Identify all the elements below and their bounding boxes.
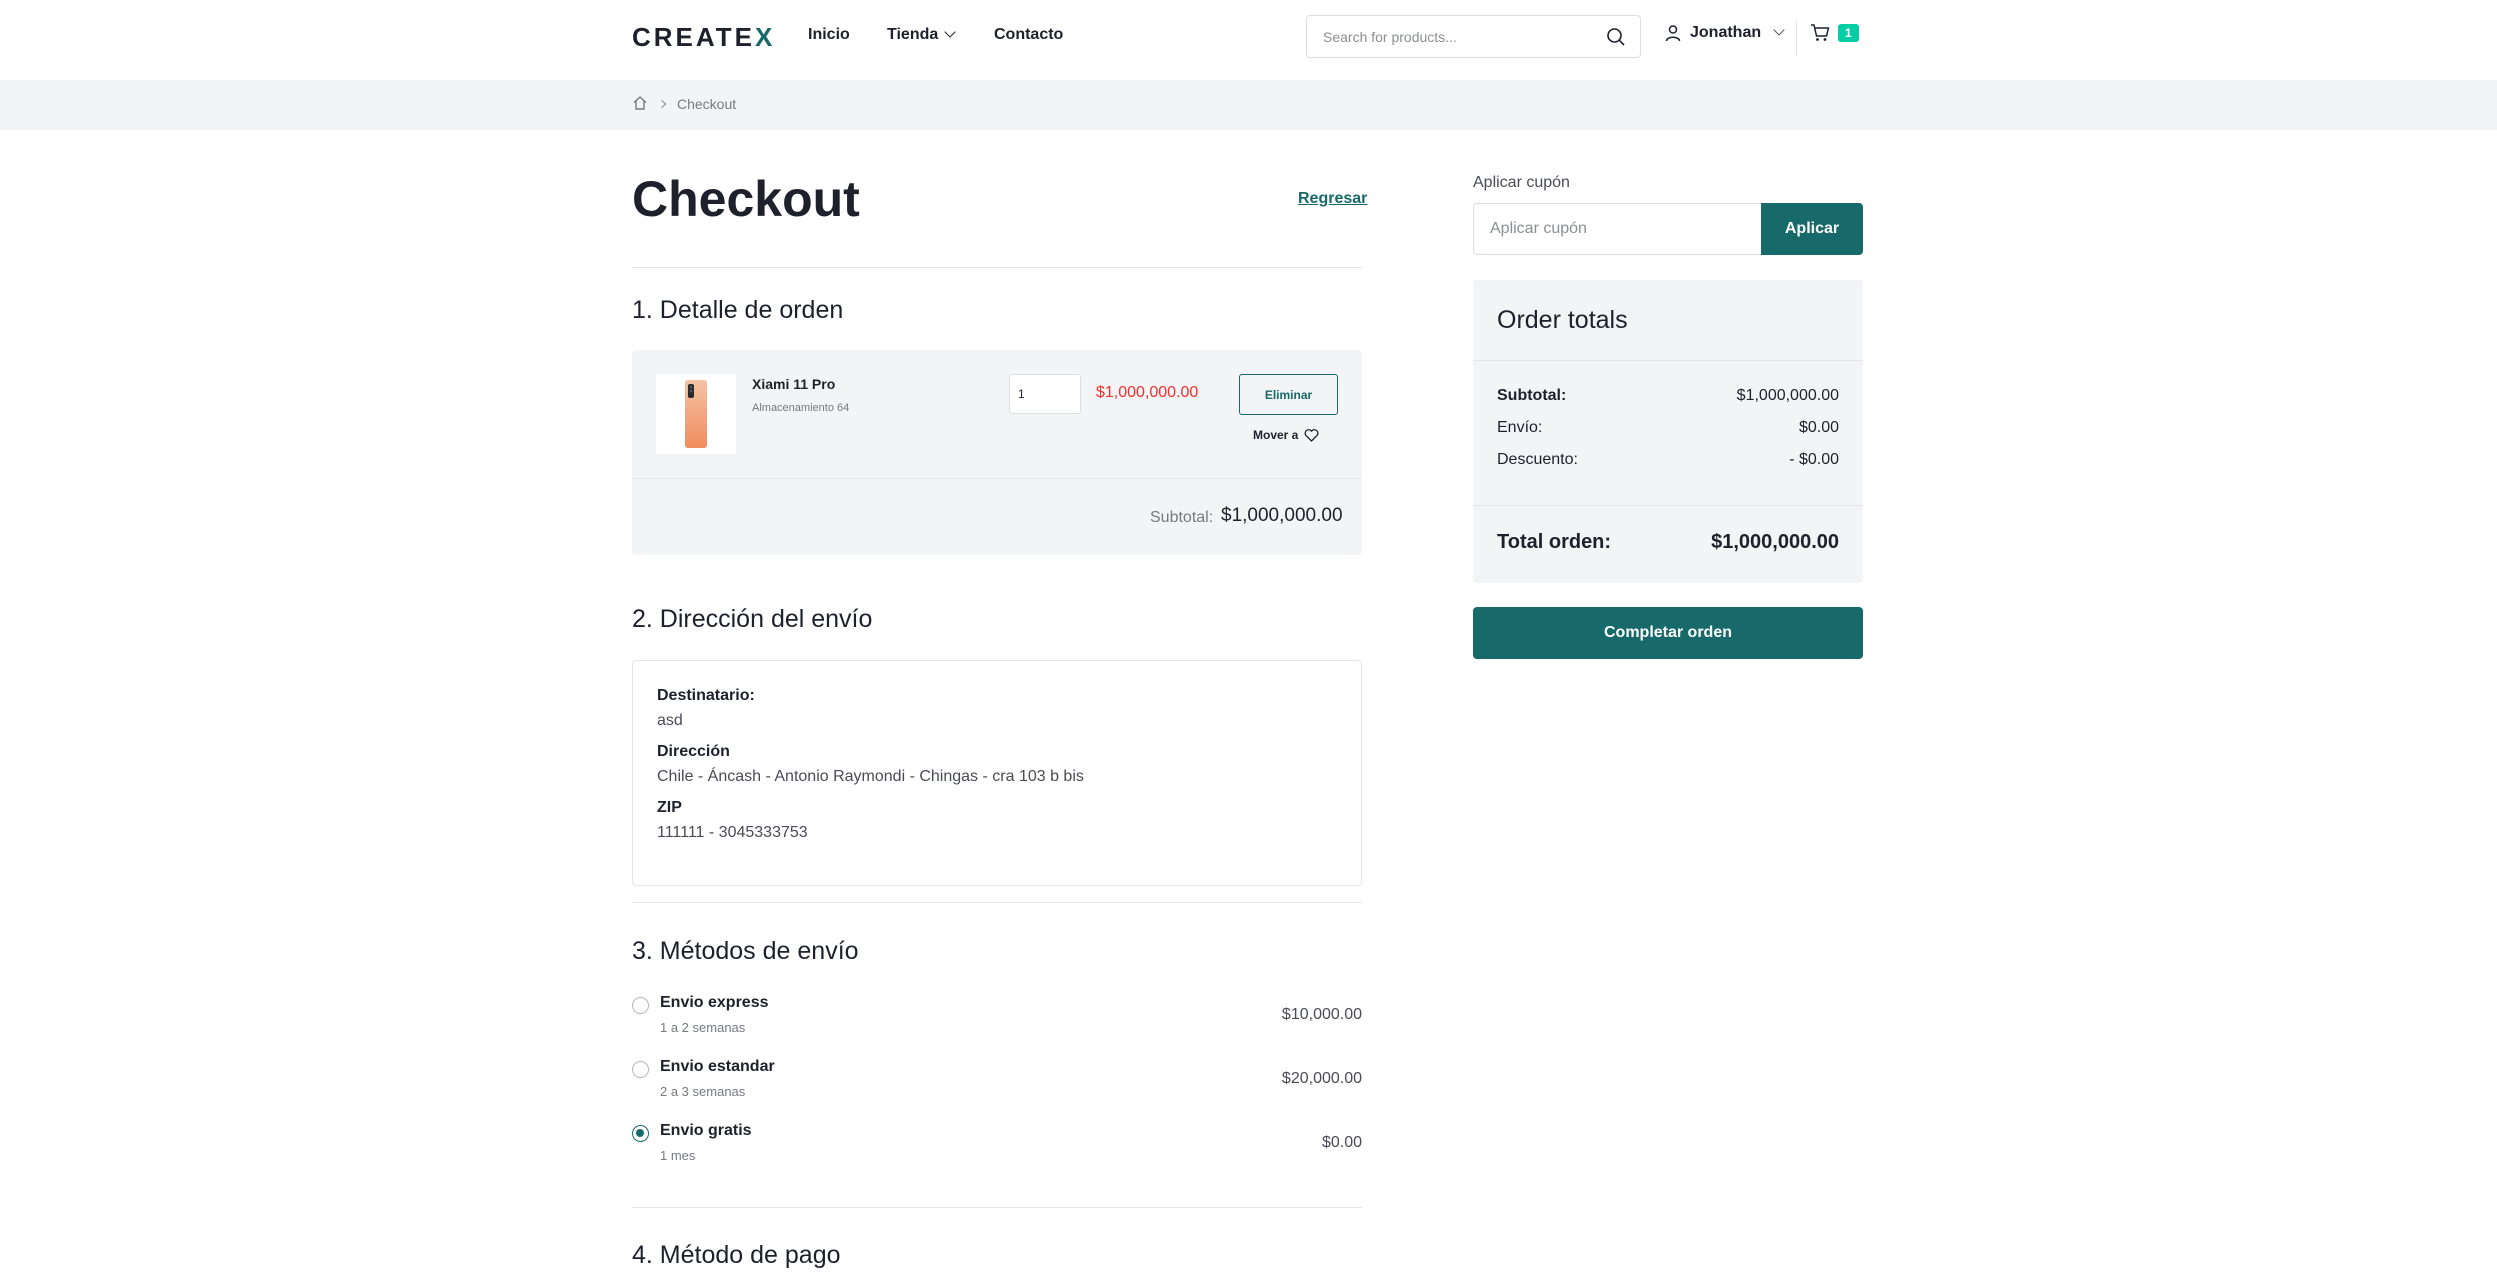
user-name: Jonathan bbox=[1690, 24, 1762, 41]
nav-contacto[interactable]: Contacto bbox=[994, 26, 1063, 44]
totals-discount-value: - $0.00 bbox=[1789, 451, 1839, 468]
heart-icon bbox=[1304, 428, 1319, 442]
shipping-address-card: Destinatario: asd Dirección Chile - Ánca… bbox=[632, 660, 1362, 886]
shipping-option-price: $10,000.00 bbox=[1281, 1006, 1362, 1023]
totals-shipping-value: $0.00 bbox=[1798, 419, 1839, 436]
order-divider bbox=[632, 478, 1362, 479]
shipping-option-name: Envio express bbox=[660, 994, 769, 1011]
nav-tienda-label: Tienda bbox=[887, 26, 939, 43]
move-to-label: Mover a bbox=[1253, 428, 1299, 442]
user-menu[interactable]: Jonathan bbox=[1664, 24, 1785, 42]
order-totals-panel: Order totals Subtotal: $1,000,000.00 Env… bbox=[1473, 280, 1863, 583]
recipient-value: asd bbox=[657, 712, 683, 729]
complete-order-button[interactable]: Completar orden bbox=[1473, 607, 1863, 659]
breadcrumb: Checkout bbox=[0, 80, 2497, 130]
address-label: Dirección bbox=[657, 743, 730, 760]
order-section-title: 1. Detalle de orden bbox=[632, 296, 844, 324]
shipping-option-name: Envio gratis bbox=[660, 1122, 752, 1139]
product-name[interactable]: Xiami 11 Pro bbox=[752, 376, 835, 392]
top-header: CREATEX Inicio Tienda Contacto Jonathan … bbox=[0, 0, 2497, 80]
divider bbox=[632, 1207, 1362, 1208]
shipping-option-time: 1 a 2 semanas bbox=[660, 1020, 746, 1035]
divider bbox=[632, 267, 1362, 268]
totals-shipping-label: Envío: bbox=[1497, 419, 1543, 436]
header-divider bbox=[1796, 20, 1797, 56]
breadcrumb-current: Checkout bbox=[677, 96, 737, 112]
coupon-input[interactable] bbox=[1473, 203, 1761, 255]
radio-estandar[interactable] bbox=[632, 1061, 649, 1078]
divider bbox=[1473, 360, 1863, 361]
totals-subtotal-label: Subtotal: bbox=[1497, 387, 1567, 404]
total-label: Total orden: bbox=[1497, 531, 1612, 553]
user-icon bbox=[1665, 25, 1681, 42]
coupon-label: Aplicar cupón bbox=[1473, 174, 1570, 191]
nav-inicio[interactable]: Inicio bbox=[808, 26, 850, 44]
chevron-down-icon bbox=[944, 26, 956, 38]
chevron-right-icon bbox=[657, 99, 667, 109]
address-section-title: 2. Dirección del envío bbox=[632, 605, 873, 633]
back-link[interactable]: Regresar bbox=[1298, 190, 1367, 208]
recipient-label: Destinatario: bbox=[657, 687, 755, 704]
logo-accent: X bbox=[754, 22, 776, 52]
zip-label: ZIP bbox=[657, 799, 682, 816]
shipping-option-name: Envio estandar bbox=[660, 1058, 775, 1075]
search-icon[interactable] bbox=[1606, 27, 1626, 47]
zip-value: 111111 - 3045333753 bbox=[657, 824, 808, 841]
shipping-option-price: $20,000.00 bbox=[1281, 1070, 1362, 1087]
totals-discount-label: Descuento: bbox=[1497, 451, 1578, 468]
cart-count-badge: 1 bbox=[1838, 24, 1859, 42]
shipping-option-time: 1 mes bbox=[660, 1148, 696, 1163]
chevron-down-icon bbox=[1773, 24, 1785, 36]
shipping-option-time: 2 a 3 semanas bbox=[660, 1084, 746, 1099]
order-subtotal-value: $1,000,000.00 bbox=[1221, 505, 1343, 526]
order-subtotal-label: Subtotal: bbox=[1150, 509, 1214, 526]
logo-text: CREATE bbox=[632, 22, 755, 52]
product-image[interactable] bbox=[656, 374, 736, 454]
shipping-option[interactable]: Envio estandar 2 a 3 semanas $20,000.00 bbox=[632, 1058, 1362, 1108]
shipping-methods-title: 3. Métodos de envío bbox=[632, 937, 859, 965]
totals-subtotal-value: $1,000,000.00 bbox=[1736, 387, 1839, 404]
search-box bbox=[1306, 15, 1641, 58]
address-value: Chile - Áncash - Antonio Raymondi - Chin… bbox=[657, 768, 1084, 785]
totals-title: Order totals bbox=[1497, 306, 1628, 334]
page-title: Checkout bbox=[632, 171, 860, 227]
move-to-wishlist-button[interactable]: Mover a bbox=[1253, 428, 1319, 442]
radio-gratis[interactable] bbox=[632, 1125, 649, 1142]
order-item-card: Xiami 11 Pro Almacenamiento 64 $1,000,00… bbox=[632, 350, 1362, 555]
divider bbox=[632, 902, 1362, 903]
remove-button[interactable]: Eliminar bbox=[1239, 374, 1338, 415]
radio-express[interactable] bbox=[632, 997, 649, 1014]
phone-image bbox=[685, 380, 707, 448]
payment-section-title: 4. Método de pago bbox=[632, 1241, 841, 1269]
product-attribute: Almacenamiento 64 bbox=[752, 402, 850, 414]
product-price: $1,000,000.00 bbox=[1096, 384, 1199, 401]
cart-icon bbox=[1811, 24, 1830, 41]
total-value: $1,000,000.00 bbox=[1711, 531, 1839, 553]
quantity-input[interactable] bbox=[1009, 374, 1081, 414]
divider bbox=[1473, 505, 1863, 506]
shipping-option-price: $0.00 bbox=[1321, 1134, 1362, 1151]
apply-coupon-button[interactable]: Aplicar bbox=[1761, 203, 1863, 255]
cart-button[interactable]: 1 bbox=[1810, 24, 1859, 42]
home-icon[interactable] bbox=[632, 95, 648, 111]
brand-logo[interactable]: CREATEX bbox=[632, 22, 775, 53]
nav-tienda[interactable]: Tienda bbox=[887, 26, 956, 44]
shipping-option[interactable]: Envio gratis 1 mes $0.00 bbox=[632, 1122, 1362, 1172]
shipping-option[interactable]: Envio express 1 a 2 semanas $10,000.00 bbox=[632, 994, 1362, 1044]
search-input[interactable] bbox=[1307, 16, 1577, 57]
